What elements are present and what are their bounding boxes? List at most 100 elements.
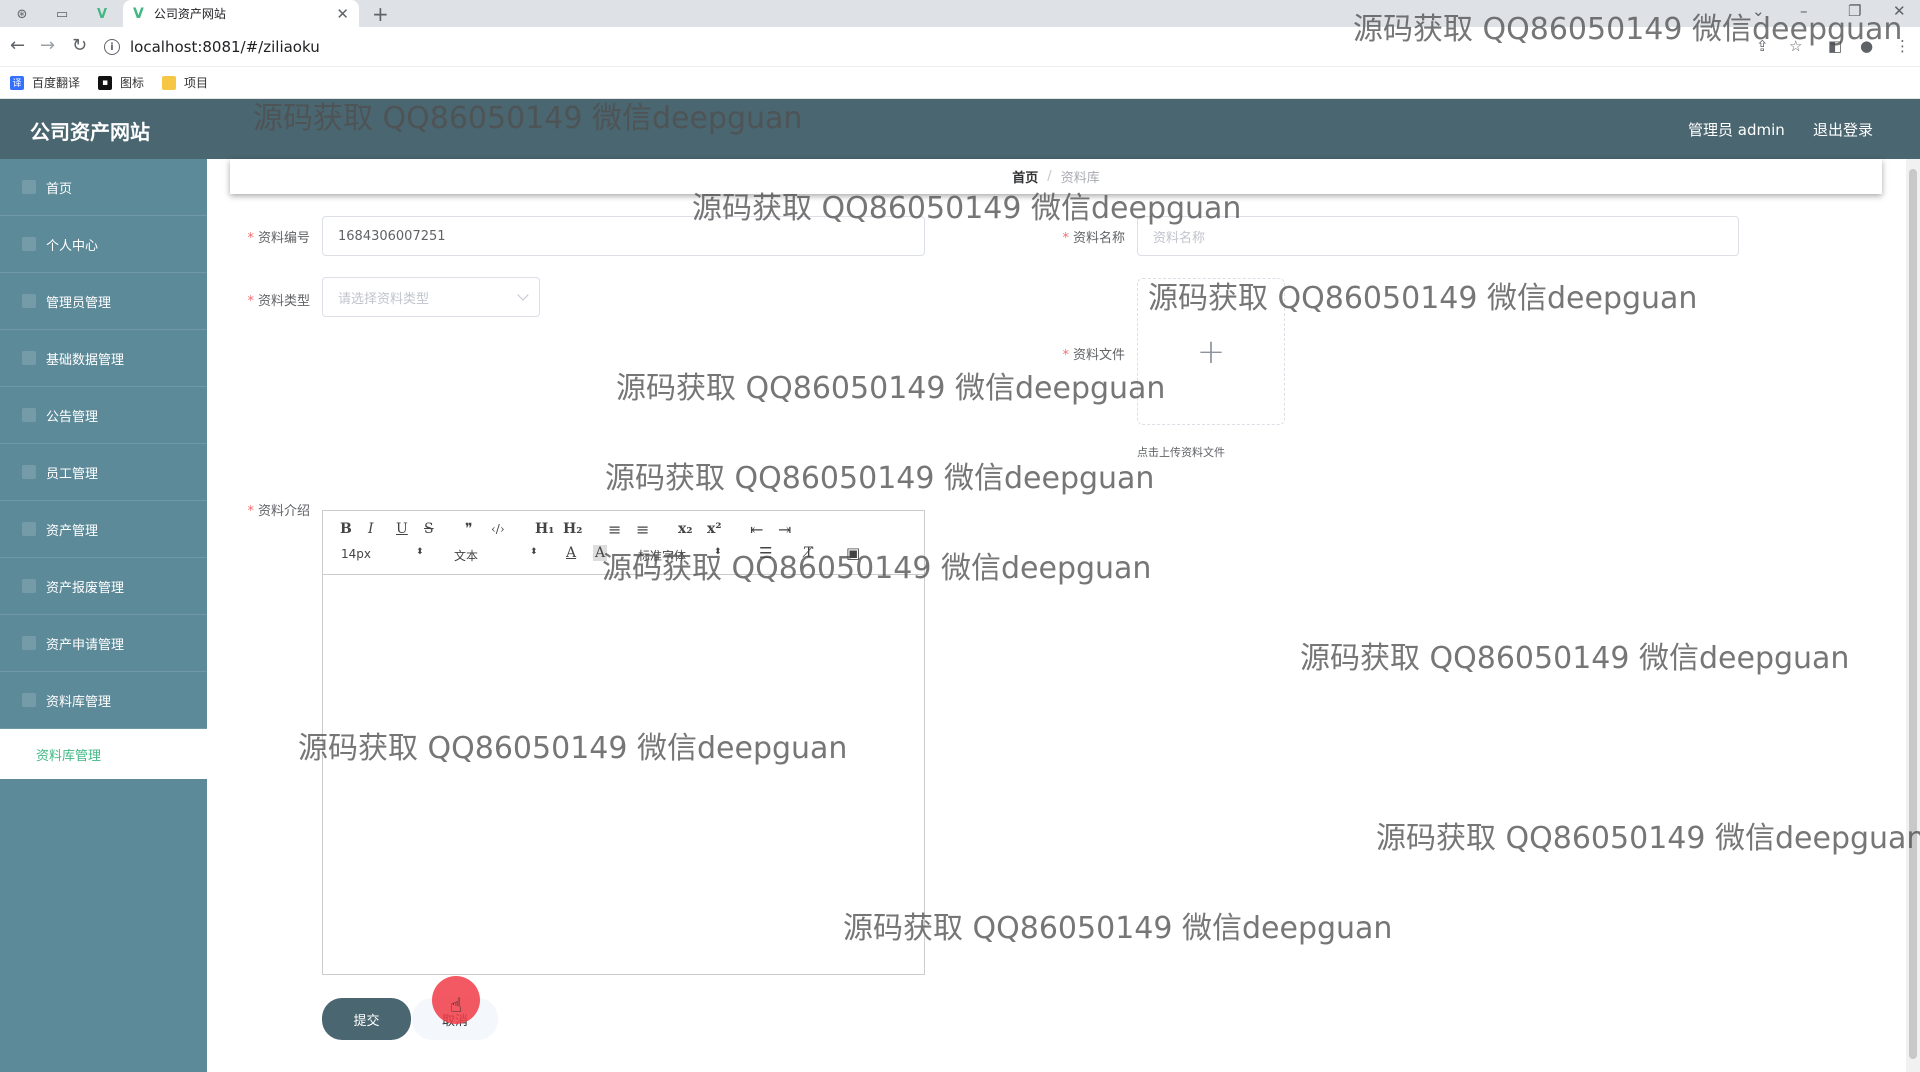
page-scrollbar[interactable]: [1906, 159, 1920, 1072]
profile-icon[interactable]: ●: [1860, 37, 1873, 55]
font-color-icon[interactable]: A: [566, 545, 576, 561]
restore-icon[interactable]: ❐: [1848, 2, 1861, 20]
chevron-down-icon[interactable]: ⌄: [1752, 2, 1765, 20]
sidebar-item-admins[interactable]: 管理员管理: [0, 273, 207, 330]
address-bar[interactable]: i localhost:8081/#/ziliaoku: [104, 32, 1904, 62]
code-block-icon[interactable]: ‹/›: [491, 522, 505, 536]
admin-icon: [22, 294, 36, 308]
breadcrumb-current: 资料库: [1060, 171, 1100, 186]
type-select[interactable]: 请选择资料类型: [322, 277, 540, 317]
indent-icon[interactable]: ⇥: [778, 520, 791, 539]
paragraph-select[interactable]: 文本 ⬍: [454, 547, 539, 564]
url-text: localhost:8081/#/ziliaoku: [130, 38, 320, 56]
translate-icon: 译: [10, 75, 24, 90]
tab-title: 公司资产网站: [153, 7, 226, 21]
browser-tabstrip: ⊛ ▭ V V 公司资产网站 ✕ + ⌄ – ❐ ✕: [0, 0, 1920, 27]
sidebar-item-library[interactable]: 资料库管理: [0, 672, 207, 729]
reload-icon[interactable]: ↻: [72, 35, 87, 56]
asset-icon: [22, 522, 36, 536]
back-icon[interactable]: ←: [10, 35, 25, 56]
close-tab-icon[interactable]: ✕: [336, 5, 349, 23]
sidebar-item-notices[interactable]: 公告管理: [0, 387, 207, 444]
paragraph-value: 文本: [454, 549, 479, 563]
logout-link[interactable]: 退出登录: [1813, 119, 1873, 140]
sidebar-menu: 首页 个人中心 管理员管理 基础数据管理 公告管理 员工管理 资产管理 资产报废…: [0, 159, 207, 1072]
quote-icon[interactable]: ❞: [465, 521, 473, 537]
share-icon[interactable]: ⇪: [1756, 37, 1769, 55]
editor-content-area[interactable]: [323, 575, 924, 974]
updown-icon: ⬍: [714, 547, 722, 557]
breadcrumb-home[interactable]: 首页: [1012, 167, 1038, 186]
sidebar-item-label: 基础数据管理: [46, 352, 125, 368]
type-select-placeholder: 请选择资料类型: [338, 291, 430, 307]
required-mark: *: [1062, 231, 1069, 246]
sidebar-item-label: 员工管理: [46, 466, 99, 482]
strike-icon[interactable]: S: [424, 521, 434, 537]
name-input[interactable]: 资料名称: [1137, 216, 1739, 256]
active-browser-tab[interactable]: V 公司资产网站 ✕: [123, 0, 359, 27]
blank-tab-icon[interactable]: ▭: [52, 4, 72, 24]
browser-toolbar: ← → ↻ i localhost:8081/#/ziliaoku ⇪ ☆ ◧ …: [0, 27, 1920, 67]
updown-icon: ⬍: [416, 547, 424, 557]
breadcrumb-separator: /: [1047, 169, 1052, 184]
font-family-select[interactable]: 标准字体 ⬍: [638, 547, 723, 564]
subscript-icon[interactable]: x₂: [678, 521, 692, 537]
sidebar-item-employees[interactable]: 员工管理: [0, 444, 207, 501]
bold-icon[interactable]: B: [340, 521, 352, 537]
required-mark: *: [247, 504, 254, 519]
required-mark: *: [247, 231, 254, 246]
heading2-icon[interactable]: H₂: [563, 521, 582, 537]
submit-button[interactable]: 提交: [322, 998, 411, 1040]
notice-icon: [22, 408, 36, 422]
close-window-icon[interactable]: ✕: [1893, 2, 1906, 20]
bookmark-label: 百度翻译: [32, 76, 81, 90]
github-icon[interactable]: ⊛: [12, 4, 32, 24]
background-color-icon[interactable]: A: [593, 545, 608, 561]
bookmark-baidu-translate[interactable]: 译 百度翻译: [10, 74, 80, 91]
file-upload-box[interactable]: +: [1137, 278, 1285, 425]
sidebar-subitem-library[interactable]: 资料库管理: [0, 729, 207, 779]
bullet-list-icon[interactable]: ≡: [636, 520, 649, 539]
minimize-icon[interactable]: –: [1800, 2, 1808, 20]
image-icon: ▪: [98, 75, 113, 90]
site-info-icon[interactable]: i: [104, 39, 120, 55]
sidebar-item-asset-scrap[interactable]: 资产报废管理: [0, 558, 207, 615]
vue-favicon-icon: V: [133, 5, 144, 22]
sidebar-item-asset-requests[interactable]: 资产申请管理: [0, 615, 207, 672]
side-panel-icon[interactable]: ◧: [1828, 37, 1842, 55]
rich-text-editor: B I U S ❞ ‹/› H₁ H₂ ≡ ≡ x₂ x² ⇤ ⇥ 14px ⬍ …: [322, 510, 925, 975]
clean-format-icon[interactable]: T̸: [804, 545, 813, 561]
outdent-icon[interactable]: ⇤: [750, 520, 763, 539]
sidebar-item-profile[interactable]: 个人中心: [0, 216, 207, 273]
underline-icon[interactable]: U: [396, 521, 408, 537]
bookmark-project[interactable]: 项目: [162, 74, 208, 91]
code-input[interactable]: 1684306007251: [322, 216, 925, 256]
sidebar-item-assets[interactable]: 资产管理: [0, 501, 207, 558]
sidebar-item-label: 资料库管理: [46, 694, 112, 710]
superscript-icon[interactable]: x²: [707, 521, 721, 537]
sidebar-item-basic-data[interactable]: 基础数据管理: [0, 330, 207, 387]
user-icon: [22, 237, 36, 251]
menu-dots-icon[interactable]: ⋮: [1895, 37, 1910, 55]
scrollbar-thumb[interactable]: [1909, 169, 1917, 1059]
star-icon[interactable]: ☆: [1789, 37, 1802, 55]
italic-icon[interactable]: I: [368, 521, 374, 537]
required-mark: *: [247, 294, 254, 309]
employee-icon: [22, 465, 36, 479]
upload-tip: 点击上传资料文件: [1137, 446, 1225, 459]
forward-icon[interactable]: →: [40, 35, 55, 56]
heading1-icon[interactable]: H₁: [535, 521, 554, 537]
code-label: * 资料编号: [190, 227, 310, 246]
bookmarks-bar: 译 百度翻译 ▪ 图标 项目: [0, 67, 1920, 99]
ordered-list-icon[interactable]: ≡: [608, 520, 621, 539]
sidebar-item-label: 个人中心: [46, 238, 99, 254]
vue-tab-icon[interactable]: V: [92, 4, 112, 24]
image-icon[interactable]: ▣: [846, 544, 860, 562]
bookmark-icons[interactable]: ▪ 图标: [98, 74, 144, 91]
label-text: 资料介绍: [257, 504, 310, 519]
font-size-select[interactable]: 14px ⬍: [341, 547, 426, 561]
new-tab-icon[interactable]: +: [372, 2, 389, 26]
sidebar-item-home[interactable]: 首页: [0, 159, 207, 216]
type-label: * 资料类型: [190, 290, 310, 309]
align-icon[interactable]: ☰: [759, 544, 772, 562]
